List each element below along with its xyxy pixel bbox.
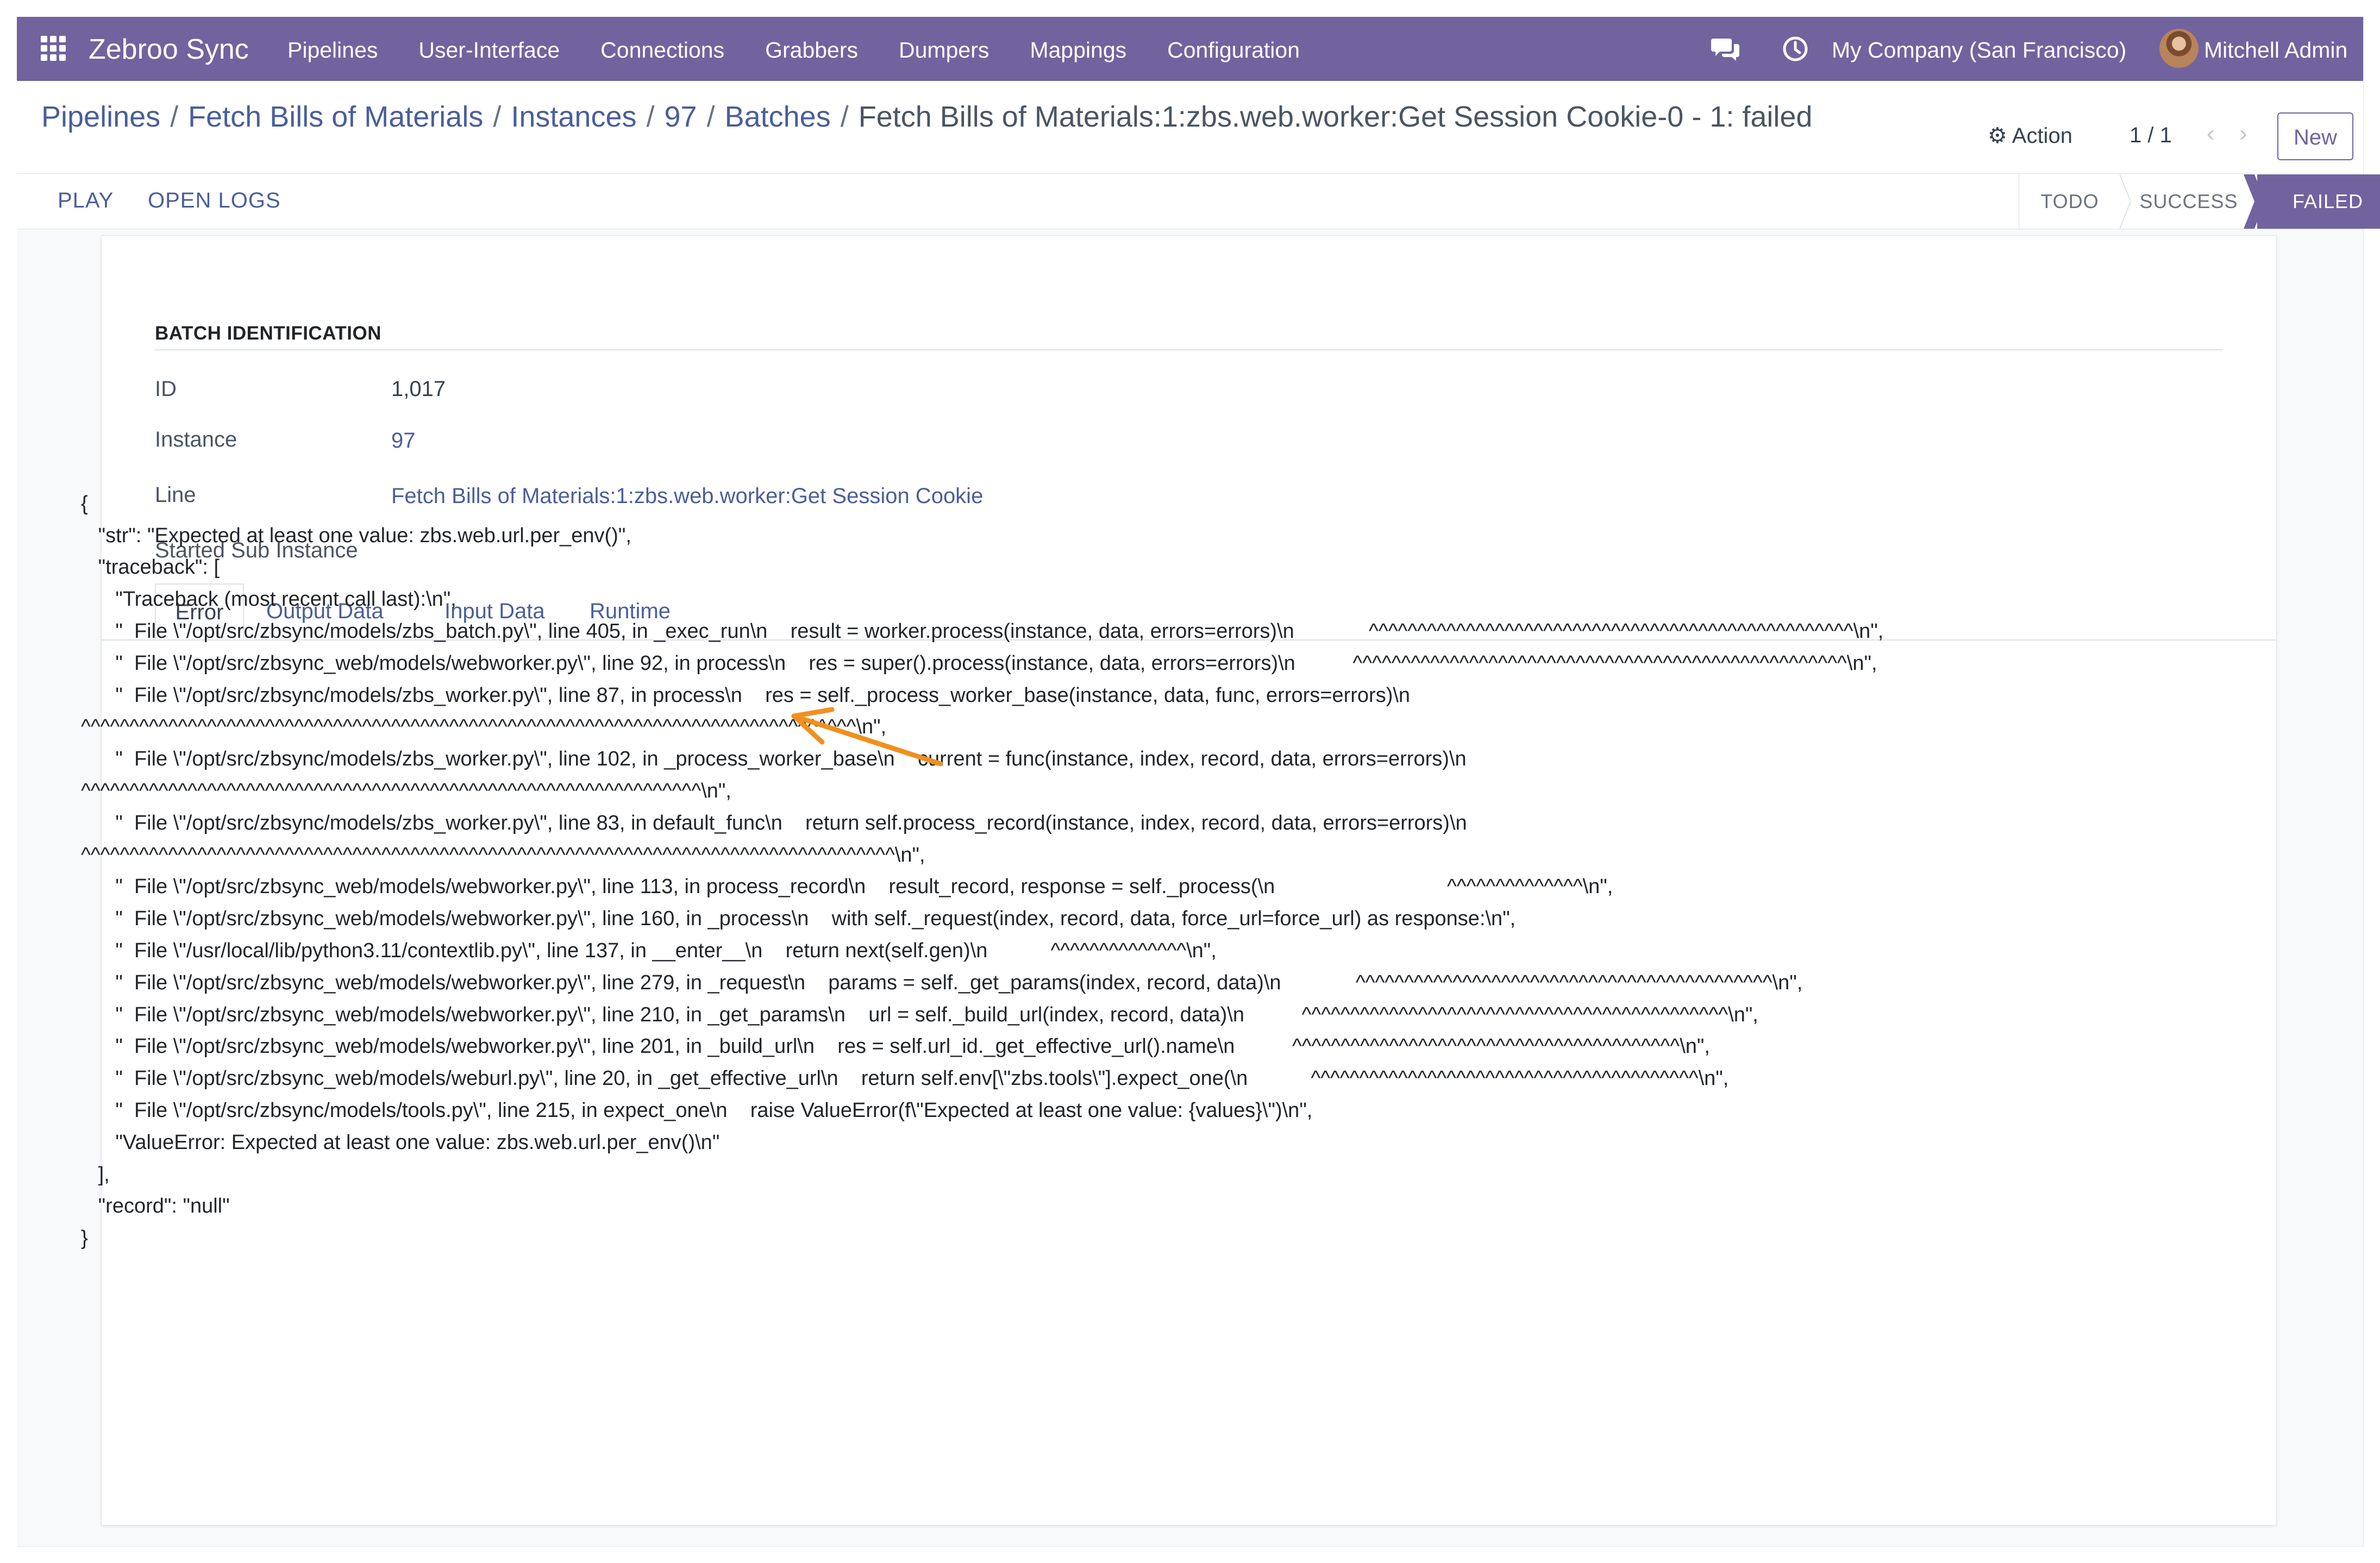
- play-button[interactable]: PLAY: [58, 189, 114, 213]
- code-line: " File \"/opt/src/zbsync_web/models/webw…: [81, 971, 1803, 994]
- breadcrumb-separator: /: [646, 101, 655, 133]
- code-line: " File \"/opt/src/zbsync_web/models/webw…: [81, 875, 1613, 899]
- status-bar: TODO SUCCESS FAILED: [2019, 174, 2380, 229]
- breadcrumb-separator: /: [493, 101, 502, 133]
- code-line: " File \"/opt/src/zbsync_web/models/webw…: [81, 907, 1516, 931]
- group-title: BATCH IDENTIFICATION: [155, 323, 381, 344]
- gear-icon: ⚙: [1988, 124, 2007, 148]
- breadcrumb-batches[interactable]: Batches: [725, 101, 831, 133]
- control-panel: Pipelines / Fetch Bills of Materials / Insta…: [17, 81, 2380, 229]
- code-line: " File \"/opt/src/zbsync/models/zbs_work…: [81, 811, 1467, 834]
- breadcrumb-instance[interactable]: 97: [665, 101, 697, 133]
- menu-grabbers[interactable]: Grabbers: [765, 37, 858, 63]
- code-line: " File \"/opt/src/zbsync/models/zbs_work…: [81, 683, 1411, 707]
- code-line: ],: [81, 1163, 110, 1186]
- open-logs-button[interactable]: OPEN LOGS: [148, 189, 281, 213]
- apps-grid-icon[interactable]: [41, 36, 66, 61]
- code-line: ^^^^^^^^^^^^^^^^^^^^^^^^^^^^^^^^^^^^^^^^…: [81, 715, 887, 739]
- app-brand[interactable]: Zebroo Sync: [89, 33, 249, 66]
- user-avatar[interactable]: [2159, 29, 2199, 68]
- activity-clock-icon[interactable]: [1782, 35, 1809, 62]
- main-menu: Pipelines User-Interface Connections Gra…: [287, 37, 1341, 63]
- menu-mappings[interactable]: Mappings: [1030, 37, 1126, 63]
- code-line: "str": "Expected at least one value: zbs…: [81, 524, 631, 547]
- action-label: Action: [2012, 124, 2072, 148]
- company-switcher[interactable]: My Company (San Francisco): [1832, 37, 2126, 63]
- top-navbar: Zebroo Sync Pipelines User-Interface Con…: [17, 17, 2363, 81]
- breadcrumb-current: Fetch Bills of Materials:1:zbs.web.worke…: [858, 101, 1813, 133]
- pager-next-icon[interactable]: ›: [2239, 120, 2247, 147]
- code-line: " File \"/opt/src/zbsync/models/tools.py…: [81, 1099, 1313, 1122]
- user-menu[interactable]: Mitchell Admin: [2204, 37, 2347, 63]
- code-line: " File \"/opt/src/zbsync_web/models/webw…: [81, 1035, 1710, 1058]
- code-line: "traceback": [: [81, 556, 220, 579]
- code-line: ^^^^^^^^^^^^^^^^^^^^^^^^^^^^^^^^^^^^^^^^…: [81, 779, 731, 802]
- menu-pipelines[interactable]: Pipelines: [287, 37, 378, 63]
- breadcrumb-pipelines[interactable]: Pipelines: [41, 101, 160, 133]
- breadcrumb-separator: /: [706, 101, 715, 133]
- code-line: "Traceback (most recent call last):\n",: [81, 588, 456, 611]
- field-value-instance[interactable]: 97: [391, 429, 416, 453]
- field-value-id: 1,017: [391, 377, 446, 401]
- menu-dumpers[interactable]: Dumpers: [899, 37, 989, 63]
- odoo-app: Zebroo Sync Pipelines User-Interface Con…: [17, 17, 2380, 1547]
- breadcrumb-separator: /: [840, 101, 849, 133]
- code-line: "record": "null": [81, 1195, 230, 1218]
- new-record-button[interactable]: New: [2277, 112, 2353, 160]
- field-label-instance: Instance: [155, 428, 237, 451]
- status-success[interactable]: SUCCESS: [2120, 174, 2257, 229]
- error-json-block: { "str": "Expected at least one value: z…: [81, 456, 1883, 1319]
- chat-icon[interactable]: [1711, 35, 1740, 62]
- breadcrumb-instances[interactable]: Instances: [511, 101, 636, 133]
- code-line: " File \"/opt/src/zbsync/models/zbs_work…: [81, 748, 1467, 771]
- breadcrumb-separator: /: [170, 101, 179, 133]
- code-line: " File \"/usr/local/lib/python3.11/conte…: [81, 939, 1217, 962]
- code-line: " File \"/opt/src/zbsync/models/zbs_batc…: [81, 619, 1884, 643]
- annotation-arrow-icon: [791, 707, 943, 767]
- code-line: "ValueError: Expected at least one value…: [81, 1131, 720, 1154]
- menu-configuration[interactable]: Configuration: [1167, 37, 1300, 63]
- control-divider: [17, 173, 2363, 174]
- group-divider: [155, 349, 2223, 350]
- status-todo[interactable]: TODO: [2019, 174, 2120, 229]
- code-line: " File \"/opt/src/zbsync_web/models/webw…: [81, 651, 1877, 675]
- field-label-id: ID: [155, 377, 177, 401]
- breadcrumb: Pipelines / Fetch Bills of Materials / Insta…: [41, 100, 1812, 134]
- code-line: ^^^^^^^^^^^^^^^^^^^^^^^^^^^^^^^^^^^^^^^^…: [81, 843, 925, 867]
- code-line: " File \"/opt/src/zbsync_web/models/webw…: [81, 1003, 1758, 1026]
- breadcrumb-pipeline[interactable]: Fetch Bills of Materials: [188, 101, 483, 133]
- status-failed[interactable]: FAILED: [2257, 174, 2380, 229]
- pager-previous-icon[interactable]: ‹: [2207, 120, 2215, 147]
- menu-user-interface[interactable]: User-Interface: [418, 37, 560, 63]
- code-line: {: [81, 492, 88, 515]
- pager-value[interactable]: 1 / 1: [2130, 123, 2172, 148]
- menu-connections[interactable]: Connections: [600, 37, 724, 63]
- code-line: }: [81, 1227, 88, 1250]
- action-menu-button[interactable]: ⚙ Action: [1988, 123, 2072, 148]
- code-line: " File \"/opt/src/zbsync_web/models/webu…: [81, 1067, 1729, 1090]
